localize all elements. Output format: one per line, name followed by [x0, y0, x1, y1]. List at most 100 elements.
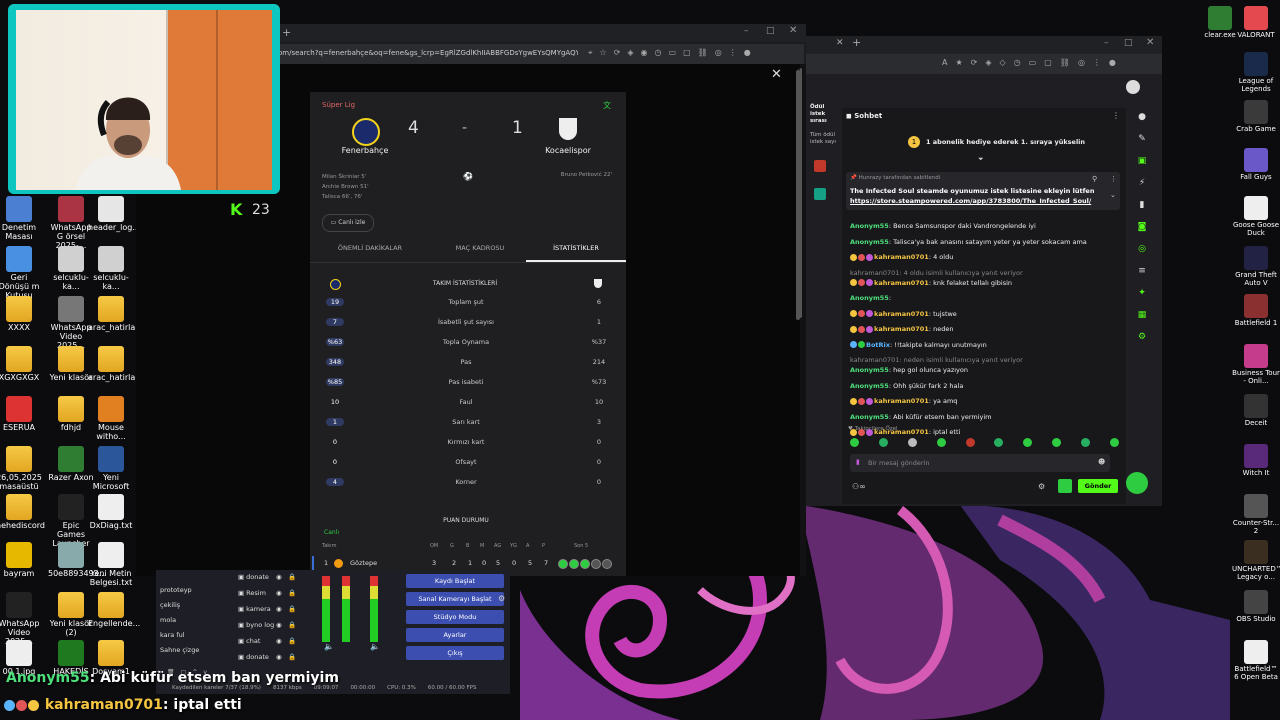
- obs-button-4[interactable]: Çıkış: [406, 646, 504, 660]
- emote-icon[interactable]: [907, 438, 917, 447]
- reward-thumb-2[interactable]: [814, 188, 826, 200]
- chat-username[interactable]: Anonym55: [850, 222, 889, 230]
- emoji-icon[interactable]: ☻: [1098, 458, 1105, 466]
- desktop-icon[interactable]: VALORANT: [1232, 6, 1280, 40]
- visibility-eye-icon[interactable]: ◉: [276, 589, 282, 597]
- desktop-icon[interactable]: Mouse witho...: [88, 396, 134, 442]
- chat-username[interactable]: kahraman0701: [874, 397, 929, 405]
- desktop-icon[interactable]: bayram: [0, 542, 42, 579]
- desktop-icon[interactable]: Engellende...: [88, 592, 140, 629]
- desktop-icon[interactable]: arac_hatirla...: [88, 296, 143, 333]
- profile-icon-2[interactable]: ●: [1109, 58, 1116, 67]
- desktop-icon[interactable]: selcuklu-ka...: [88, 246, 134, 292]
- visibility-eye-icon[interactable]: ◉: [276, 621, 282, 629]
- visibility-eye-icon[interactable]: ◉: [276, 637, 282, 645]
- chat-username[interactable]: BotRix: [866, 341, 890, 349]
- desktop-icon[interactable]: Geri Dönüşü m Kutusu: [0, 246, 42, 300]
- translate-icon-2[interactable]: A: [942, 58, 947, 67]
- gift-banner[interactable]: 1 abonelik hediye ederek 1. sıraya yükse…: [926, 138, 1085, 146]
- expand-pin-icon[interactable]: ⌄: [1110, 191, 1116, 199]
- speaker-icon[interactable]: 🔈: [324, 642, 334, 651]
- lock-icon[interactable]: 🔒: [288, 637, 296, 645]
- emote-icon[interactable]: [994, 438, 1004, 447]
- standings-row[interactable]: 1 Göztepe 3 2 1 0 5 0 5 7: [322, 559, 622, 569]
- obs-button-0[interactable]: Kaydı Başlat: [406, 574, 504, 588]
- pin-icon[interactable]: ⚲: [1092, 175, 1097, 183]
- chat-message[interactable]: Anonym55: hep gol olunca yazıyon: [850, 366, 968, 374]
- history-icon[interactable]: ◷: [655, 48, 662, 60]
- chat-username[interactable]: kahraman0701: [874, 253, 929, 261]
- sync-icon-2[interactable]: ⟳: [971, 58, 978, 67]
- points-icon[interactable]: ⚇∞: [852, 482, 866, 491]
- league-label[interactable]: Süper Lig: [322, 101, 355, 109]
- pinned-message[interactable]: 📌 Hunrazy tarafından sabitlendi The Infe…: [846, 172, 1120, 210]
- ext-icon-a[interactable]: ◈: [985, 58, 991, 67]
- star-icon-2[interactable]: ★: [955, 58, 962, 67]
- desktop-icon[interactable]: League of Legends: [1232, 52, 1280, 93]
- wrench-icon[interactable]: ✦: [1138, 288, 1146, 298]
- emote-icon[interactable]: [878, 438, 888, 447]
- profile-icon[interactable]: ●: [744, 48, 751, 60]
- menu-icon[interactable]: ⋮: [729, 48, 737, 60]
- pencil-icon[interactable]: ✎: [1138, 134, 1146, 144]
- obs-button-3[interactable]: Ayarlar: [406, 628, 504, 642]
- extension-icon-2[interactable]: ◉: [641, 48, 648, 60]
- desktop-icon[interactable]: Battlefield™ 6 Open Beta: [1232, 640, 1280, 681]
- pin-menu-icon[interactable]: ⋮: [1110, 175, 1117, 183]
- reward-thumb-1[interactable]: [814, 160, 826, 172]
- close-window-icon[interactable]: ✕: [789, 25, 797, 36]
- desktop-icon[interactable]: Battlefield 1: [1232, 294, 1280, 328]
- obs-source-item[interactable]: ▣ donate ◉ 🔒: [238, 653, 296, 661]
- gear-rail-icon[interactable]: ⚙: [1138, 332, 1146, 342]
- obs-source-item[interactable]: ▣ donate ◉ 🔒: [238, 573, 296, 581]
- desktop-icon[interactable]: Goose Goose Duck: [1232, 196, 1280, 237]
- bolt-icon[interactable]: ⚡: [1139, 178, 1145, 188]
- screen-icon[interactable]: ▭: [669, 48, 677, 60]
- desktop-icon[interactable]: Fall Guys: [1232, 148, 1280, 182]
- modal-close-icon[interactable]: ✕: [771, 67, 782, 82]
- chat-username[interactable]: Anonym55: [850, 238, 889, 246]
- pinned-link[interactable]: https://store.steampowered.com/app/37838…: [850, 197, 1091, 205]
- screen-icon-2[interactable]: ▭: [1029, 58, 1037, 67]
- chat-bubble-icon[interactable]: ◙: [1138, 222, 1147, 232]
- emote-icon[interactable]: [1081, 438, 1090, 447]
- chat-username[interactable]: kahraman0701: [874, 428, 929, 436]
- kick-points-icon[interactable]: [1058, 479, 1072, 493]
- lock-icon[interactable]: 🔒: [288, 621, 296, 629]
- maximize-icon-2[interactable]: □: [1124, 38, 1133, 48]
- obs-source-item[interactable]: ▣ Resim ◉ 🔒: [238, 589, 296, 597]
- collapse-icon[interactable]: ⏷: [978, 155, 984, 164]
- chat-message[interactable]: kahraman0701: iptal etti: [850, 428, 960, 436]
- eye-icon-2[interactable]: ◎: [1078, 58, 1085, 67]
- chat-message[interactable]: kahraman0701: 4 oldu: [850, 253, 953, 261]
- emote-icon[interactable]: [850, 438, 859, 447]
- desktop-icon[interactable]: Counter-Str... 2: [1232, 494, 1280, 535]
- desktop-icon[interactable]: OBS Studio: [1232, 590, 1280, 624]
- translate-icon[interactable]: 文: [603, 100, 611, 111]
- mic-icon[interactable]: ▮: [856, 458, 860, 466]
- obs-button-2[interactable]: Stüdyo Modu: [406, 610, 504, 624]
- lock-icon[interactable]: 🔒: [288, 605, 296, 613]
- chat-message[interactable]: Anonym55: Ohh şükür fark 2 hala: [850, 382, 963, 390]
- modal-scrollbar[interactable]: [796, 70, 800, 320]
- chat-message[interactable]: BotRix: !!takipte kalmayı unutmayın: [850, 341, 987, 349]
- visibility-eye-icon[interactable]: ◉: [276, 573, 282, 581]
- chat-message[interactable]: Anonym55: Talisca'ya bak anasını satayım…: [850, 238, 1087, 246]
- tab-lineup[interactable]: MAÇ KADROSU: [430, 244, 530, 252]
- chat-username[interactable]: kahraman0701: [874, 325, 929, 333]
- desktop-icon[interactable]: Witch It: [1232, 444, 1280, 478]
- chat-username[interactable]: Anonym55: [850, 366, 889, 374]
- grid-icon[interactable]: ▦: [1138, 310, 1147, 320]
- lock-icon[interactable]: 🔒: [288, 573, 296, 581]
- user-avatar[interactable]: [1126, 80, 1140, 94]
- star-icon[interactable]: ☆: [600, 48, 607, 60]
- visibility-eye-icon[interactable]: ◉: [276, 605, 282, 613]
- chat-menu-icon[interactable]: ⋮: [1112, 111, 1120, 120]
- obs-source-item[interactable]: ▣ kamera ◉ 🔒: [238, 605, 296, 613]
- minimize-icon-2[interactable]: –: [1104, 38, 1109, 48]
- desktop-icon[interactable]: XGXGXGX: [0, 346, 42, 383]
- chat-message[interactable]: Anonym55:: [850, 294, 891, 302]
- eye-icon[interactable]: ◎: [715, 48, 722, 60]
- tab-icon[interactable]: ▢: [683, 48, 691, 60]
- tab-key-moments[interactable]: ÖNEMLİ DAKİKALAR: [320, 244, 420, 252]
